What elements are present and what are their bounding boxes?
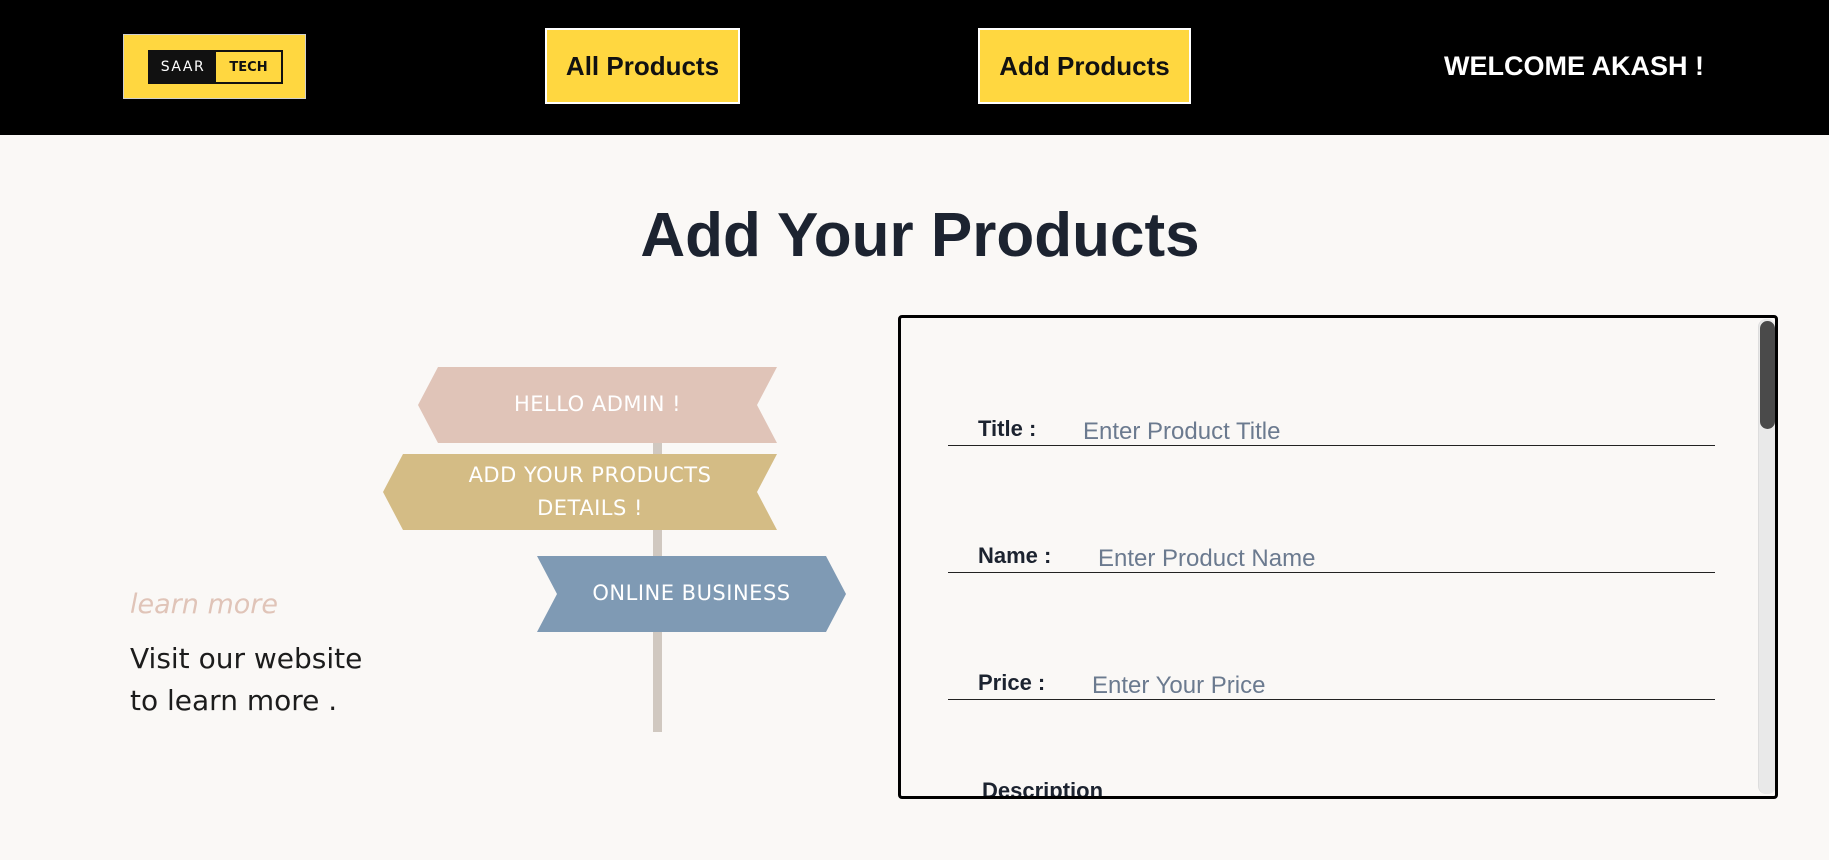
price-label: Price : xyxy=(978,670,1046,695)
visit-website-text: Visit our website to learn more . xyxy=(130,638,390,722)
title-label: Title : xyxy=(978,416,1037,441)
price-input[interactable] xyxy=(1092,668,1652,704)
form-scrollbar[interactable] xyxy=(1758,319,1775,794)
description-label: Description xyxy=(982,778,1104,799)
title-row: Title : xyxy=(948,318,1715,450)
form-scrollbar-thumb[interactable] xyxy=(1760,321,1775,429)
sign-hello-label: HELLO ADMIN ! xyxy=(513,392,682,416)
visit-text-line1: Visit our website xyxy=(130,642,363,675)
add-product-form: Title : Name : Price : Description xyxy=(898,315,1778,799)
visit-text-line2: to learn more . xyxy=(130,684,338,717)
name-row: Name : xyxy=(948,445,1715,577)
sign-add-label-line2: DETAILS ! xyxy=(537,496,643,520)
price-row: Price : xyxy=(948,572,1715,704)
add-products-button[interactable]: Add Products xyxy=(978,28,1191,104)
signpost-illustration xyxy=(383,367,846,732)
sign-add-label-line1: ADD YOUR PRODUCTS xyxy=(468,463,712,487)
name-label: Name : xyxy=(978,543,1052,568)
learn-more-link[interactable]: learn more xyxy=(130,589,278,620)
sign-online-label: ONLINE BUSINESS xyxy=(592,581,791,605)
welcome-message: WELCOME AKASH ! xyxy=(1444,51,1704,81)
sign-add-label: ADD YOUR PRODUCTS DETAILS ! xyxy=(403,459,777,525)
